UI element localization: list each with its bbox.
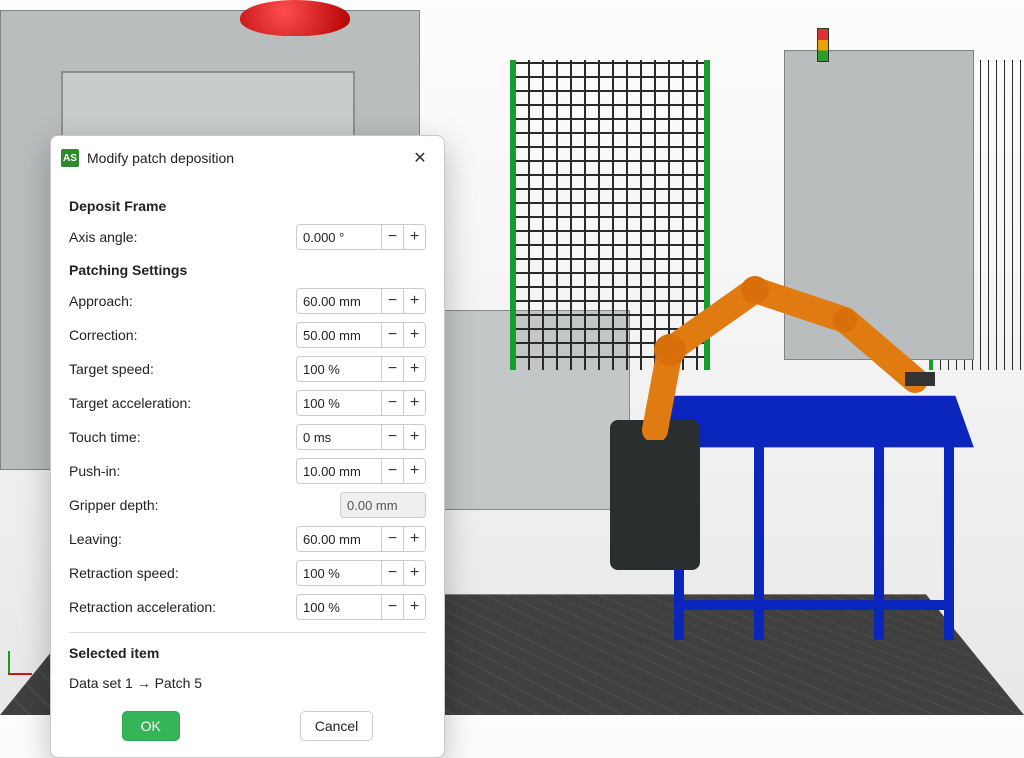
- section-patching-heading: Patching Settings: [69, 262, 426, 278]
- row-target-speed: Target speed: − +: [69, 356, 426, 382]
- selected-item-text: Data set 1 → Patch 5: [69, 671, 426, 697]
- ok-button[interactable]: OK: [122, 711, 180, 741]
- axis-angle-decrement[interactable]: −: [382, 224, 404, 250]
- row-retraction-speed: Retraction speed: − +: [69, 560, 426, 586]
- target-accel-label: Target acceleration:: [69, 395, 296, 411]
- minus-icon: −: [388, 565, 397, 581]
- row-approach: Approach: − +: [69, 288, 426, 314]
- axis-angle-increment[interactable]: +: [404, 224, 426, 250]
- minus-icon: −: [388, 361, 397, 377]
- target-speed-input[interactable]: [296, 356, 382, 382]
- section-selected-heading: Selected item: [69, 645, 426, 661]
- retraction-accel-decrement[interactable]: −: [382, 594, 404, 620]
- section-deposit-frame-heading: Deposit Frame: [69, 198, 426, 214]
- target-accel-input[interactable]: [296, 390, 382, 416]
- target-speed-increment[interactable]: +: [404, 356, 426, 382]
- right-cabinet: [784, 50, 974, 360]
- push-in-label: Push-in:: [69, 463, 296, 479]
- gripper-depth-input: [340, 492, 426, 518]
- row-axis-angle: Axis angle: − +: [69, 224, 426, 250]
- minus-icon: −: [388, 293, 397, 309]
- blue-table: [664, 380, 964, 640]
- row-retraction-accel: Retraction acceleration: − +: [69, 594, 426, 620]
- row-gripper-depth: Gripper depth:: [69, 492, 426, 518]
- minus-icon: −: [388, 327, 397, 343]
- close-button[interactable]: ✕: [406, 144, 434, 172]
- row-leaving: Leaving: − +: [69, 526, 426, 552]
- leaving-decrement[interactable]: −: [382, 526, 404, 552]
- plus-icon: +: [410, 599, 419, 615]
- dialog-titlebar[interactable]: AS Modify patch deposition ✕: [51, 136, 444, 180]
- touch-time-input[interactable]: [296, 424, 382, 450]
- separator: [69, 632, 426, 633]
- approach-increment[interactable]: +: [404, 288, 426, 314]
- signal-light: [817, 28, 829, 62]
- plus-icon: +: [410, 361, 419, 377]
- correction-increment[interactable]: +: [404, 322, 426, 348]
- correction-label: Correction:: [69, 327, 296, 343]
- retraction-speed-decrement[interactable]: −: [382, 560, 404, 586]
- plus-icon: +: [410, 229, 419, 245]
- plus-icon: +: [410, 395, 419, 411]
- correction-decrement[interactable]: −: [382, 322, 404, 348]
- axis-gizmo-icon: [8, 645, 38, 675]
- plus-icon: +: [410, 463, 419, 479]
- cancel-button[interactable]: Cancel: [300, 711, 374, 741]
- minus-icon: −: [388, 599, 397, 615]
- approach-input[interactable]: [296, 288, 382, 314]
- dialog-title: Modify patch deposition: [87, 150, 398, 166]
- retraction-accel-increment[interactable]: +: [404, 594, 426, 620]
- touch-time-label: Touch time:: [69, 429, 296, 445]
- axis-angle-input[interactable]: [296, 224, 382, 250]
- correction-input[interactable]: [296, 322, 382, 348]
- row-correction: Correction: − +: [69, 322, 426, 348]
- retraction-accel-label: Retraction acceleration:: [69, 599, 296, 615]
- safety-fence: [510, 60, 710, 370]
- minus-icon: −: [388, 429, 397, 445]
- plus-icon: +: [410, 429, 419, 445]
- push-in-decrement[interactable]: −: [382, 458, 404, 484]
- minus-icon: −: [388, 229, 397, 245]
- minus-icon: −: [388, 395, 397, 411]
- approach-label: Approach:: [69, 293, 296, 309]
- minus-icon: −: [388, 463, 397, 479]
- push-in-input[interactable]: [296, 458, 382, 484]
- push-in-increment[interactable]: +: [404, 458, 426, 484]
- touch-time-decrement[interactable]: −: [382, 424, 404, 450]
- close-icon: ✕: [413, 150, 426, 167]
- target-accel-increment[interactable]: +: [404, 390, 426, 416]
- leaving-label: Leaving:: [69, 531, 296, 547]
- red-dome: [240, 0, 350, 36]
- modify-patch-deposition-dialog: AS Modify patch deposition ✕ Deposit Fra…: [50, 135, 445, 758]
- plus-icon: +: [410, 565, 419, 581]
- robot-base: [610, 420, 700, 570]
- row-target-accel: Target acceleration: − +: [69, 390, 426, 416]
- plus-icon: +: [410, 531, 419, 547]
- app-icon: AS: [61, 149, 79, 167]
- retraction-speed-increment[interactable]: +: [404, 560, 426, 586]
- axis-angle-label: Axis angle:: [69, 229, 296, 245]
- target-accel-decrement[interactable]: −: [382, 390, 404, 416]
- plus-icon: +: [410, 327, 419, 343]
- retraction-accel-input[interactable]: [296, 594, 382, 620]
- touch-time-increment[interactable]: +: [404, 424, 426, 450]
- gripper-depth-label: Gripper depth:: [69, 497, 340, 513]
- retraction-speed-label: Retraction speed:: [69, 565, 296, 581]
- plus-icon: +: [410, 293, 419, 309]
- minus-icon: −: [388, 531, 397, 547]
- leaving-input[interactable]: [296, 526, 382, 552]
- row-touch-time: Touch time: − +: [69, 424, 426, 450]
- target-speed-label: Target speed:: [69, 361, 296, 377]
- leaving-increment[interactable]: +: [404, 526, 426, 552]
- retraction-speed-input[interactable]: [296, 560, 382, 586]
- target-speed-decrement[interactable]: −: [382, 356, 404, 382]
- approach-decrement[interactable]: −: [382, 288, 404, 314]
- row-push-in: Push-in: − +: [69, 458, 426, 484]
